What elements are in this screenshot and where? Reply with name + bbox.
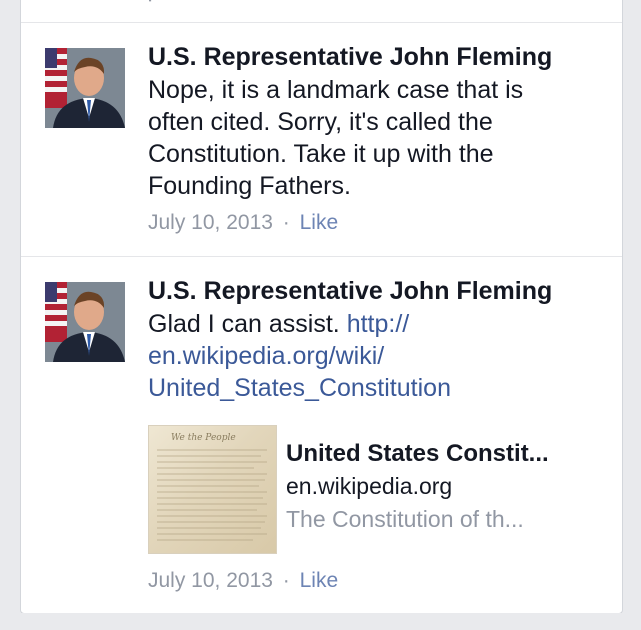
comment-meta: July 10, 2013 · Like [148,208,606,238]
comment-link[interactable]: http:// [347,310,410,338]
comment-body: U.S. Representative John Fleming Glad I … [148,276,606,404]
preview-description: The Constitution of th... [286,506,524,532]
meta-separator: · [282,211,290,234]
comment-author[interactable]: U.S. Representative John Fleming [148,42,606,72]
comment-timestamp[interactable]: July 10, 2013 [148,211,273,234]
preview-thumbnail: We the People [148,425,277,554]
like-link[interactable]: Like [300,211,339,234]
preview-domain: en.wikipedia.org [286,473,453,499]
avatar[interactable] [45,282,125,362]
avatar-photo-icon [45,282,125,362]
previous-comment-fragment: ∙ [147,0,187,11]
comment-meta: July 10, 2013 · Like [148,566,338,596]
comment-link[interactable]: en.wikipedia.org/wiki/ [148,340,606,372]
comment-text: Glad I can assist. http:// en.wikipedia.… [148,308,606,404]
preview-title[interactable]: United States Constit... [286,438,608,470]
comment-body: U.S. Representative John Fleming Nope, i… [148,42,606,238]
preview-info: United States Constit... en.wikipedia.or… [286,438,608,536]
meta-separator: · [282,569,290,592]
comment-text-line: Constitution. Take it up with the [148,140,494,168]
comment-text: Nope, it is a landmark case that is ofte… [148,74,606,202]
comment-text-line: Founding Fathers. [148,172,351,200]
avatar-photo-icon [45,48,125,128]
avatar[interactable] [45,48,125,128]
comment-text-line: Nope, it is a landmark case that is [148,76,524,104]
divider [21,22,622,23]
comment-author[interactable]: U.S. Representative John Fleming [148,276,606,306]
comment-text-prefix: Glad I can assist. [148,310,347,338]
comment-text-line: Glad I can assist. http:// [148,308,606,340]
divider [21,256,622,257]
svg-text:We the People: We the People [171,433,236,443]
constitution-document-thumbnail-icon: We the People [157,433,267,541]
link-preview[interactable]: We the People United States Constit... e… [148,420,608,554]
comment-text-line: often cited. Sorry, it's called the [148,108,493,136]
comment-link[interactable]: United_States_Constitution [148,372,606,404]
like-link[interactable]: Like [300,569,339,592]
feed-background [0,613,641,630]
comments-card: ∙ U.S. Representative John Fleming [20,0,623,614]
comment-timestamp[interactable]: July 10, 2013 [148,569,273,592]
